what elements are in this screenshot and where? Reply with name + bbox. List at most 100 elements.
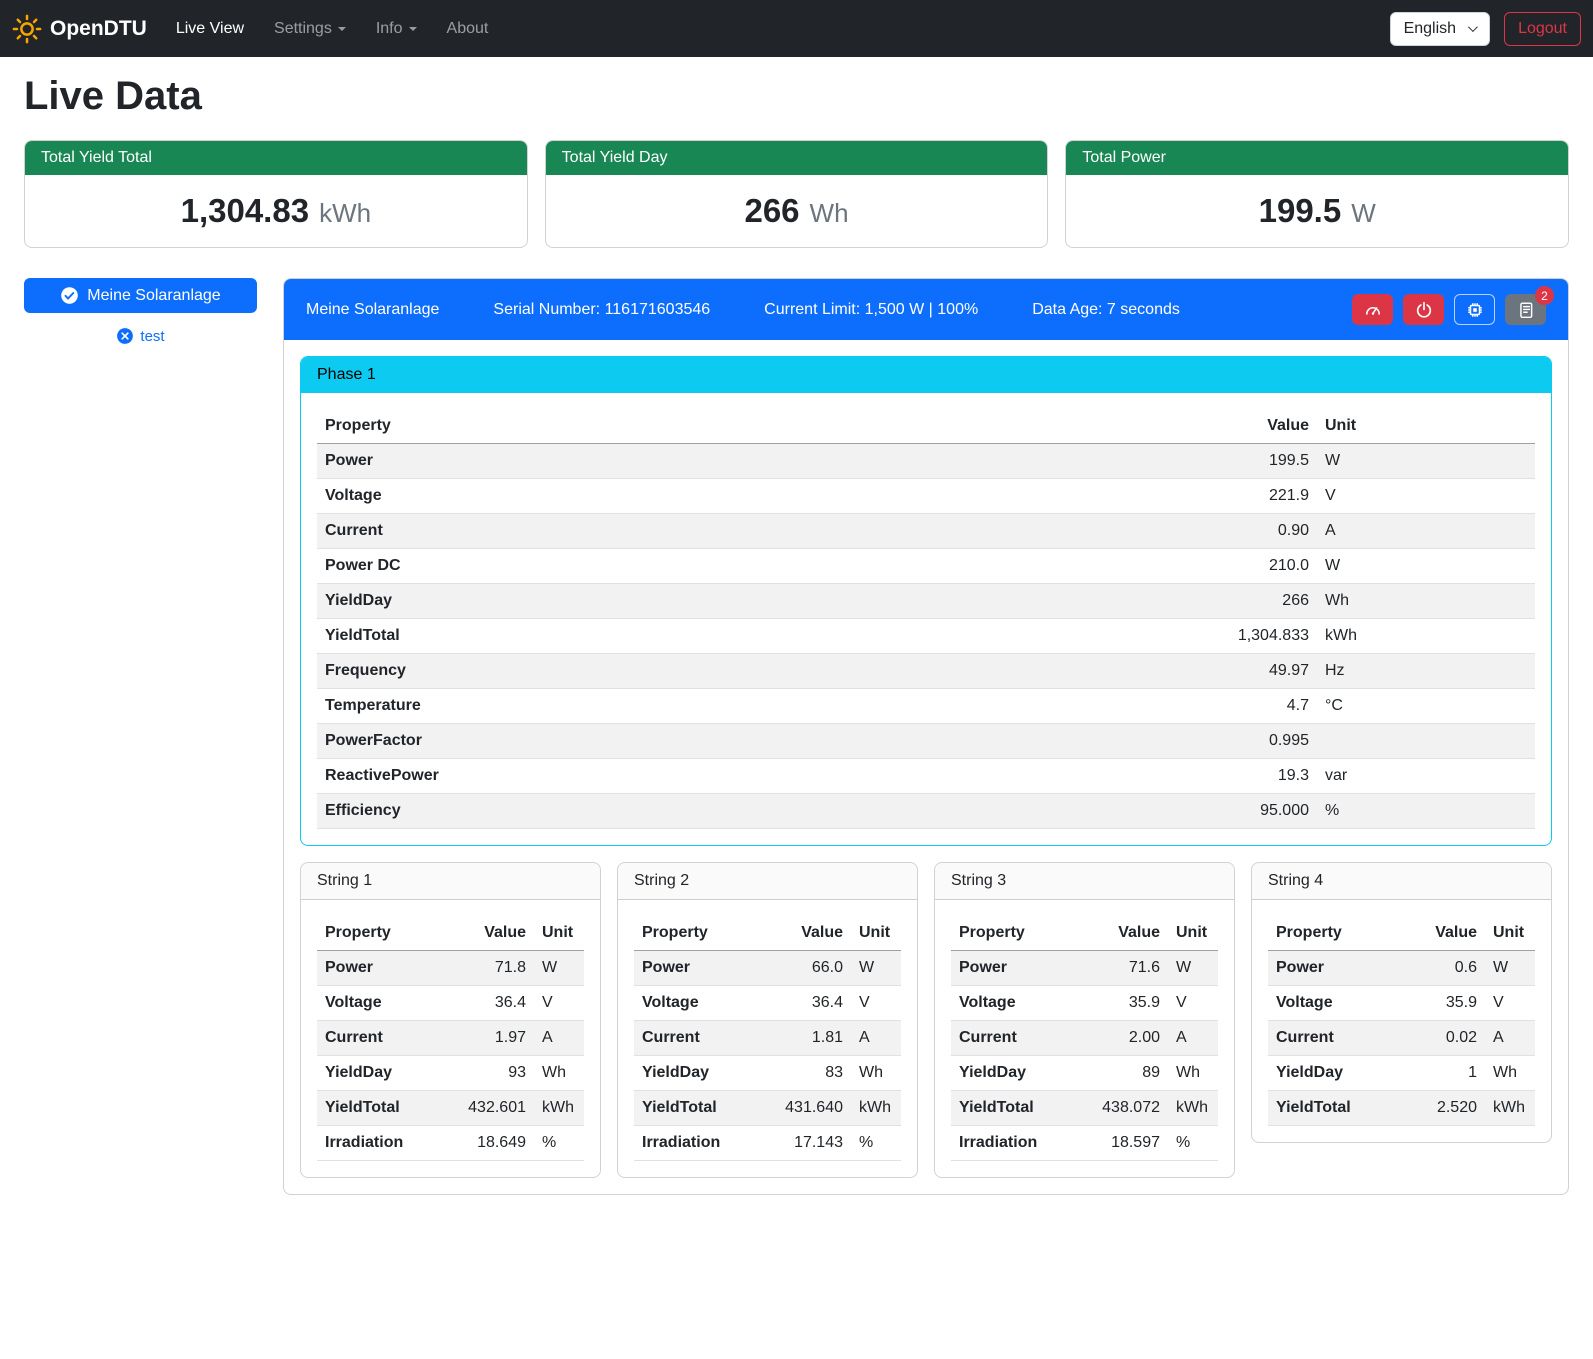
value-cell: 17.143	[763, 1126, 851, 1161]
property-cell: ReactivePower	[317, 759, 1177, 794]
property-cell: PowerFactor	[317, 724, 1177, 759]
property-cell: Temperature	[317, 689, 1177, 724]
unit-cell: A	[534, 1021, 584, 1056]
table-row: Current0.90A	[317, 514, 1535, 549]
navbar: OpenDTU Live View Settings Info About En…	[0, 0, 1593, 57]
sidebar-item-meine-solaranlage[interactable]: Meine Solaranlage	[24, 278, 257, 313]
property-cell: Voltage	[1268, 986, 1397, 1021]
unit-cell: %	[534, 1126, 584, 1161]
chevron-down-icon	[409, 27, 417, 31]
power-button[interactable]	[1403, 294, 1444, 325]
brand-label: OpenDTU	[50, 17, 147, 41]
table-row: YieldTotal438.072kWh	[951, 1091, 1218, 1126]
property-cell: Power	[317, 444, 1177, 479]
column-unit: Unit	[851, 916, 901, 951]
property-cell: Frequency	[317, 654, 1177, 689]
value-cell: 83	[763, 1056, 851, 1091]
table-row: Current1.81A	[634, 1021, 901, 1056]
limit-settings-button[interactable]	[1352, 294, 1393, 325]
value-cell: 4.7	[1177, 689, 1317, 724]
column-value: Value	[446, 916, 534, 951]
table-row: YieldDay93Wh	[317, 1056, 584, 1091]
power-icon	[1415, 301, 1433, 319]
table-row: YieldTotal1,304.833kWh	[317, 619, 1535, 654]
inverter-name: Meine Solaranlage	[306, 301, 439, 319]
brand-logo[interactable]: OpenDTU	[12, 14, 147, 44]
value-cell: 1.97	[446, 1021, 534, 1056]
unit-cell: kWh	[534, 1091, 584, 1126]
unit-cell: W	[1317, 444, 1535, 479]
total-power-value: 199.5	[1259, 192, 1342, 230]
string-1-card: String 1 Property Value Unit	[300, 862, 601, 1178]
table-row: Voltage36.4V	[317, 986, 584, 1021]
property-cell: Irradiation	[951, 1126, 1080, 1161]
navbar-right: English Logout	[1390, 12, 1581, 46]
table-row: YieldDay1Wh	[1268, 1056, 1535, 1091]
sidebar-item-test[interactable]: test	[110, 326, 170, 346]
value-cell: 2.00	[1080, 1021, 1168, 1056]
value-cell: 93	[446, 1056, 534, 1091]
phase-1-title: Phase 1	[301, 357, 1551, 393]
nav-live-view[interactable]: Live View	[161, 12, 259, 46]
column-unit: Unit	[534, 916, 584, 951]
property-cell: Current	[317, 1021, 446, 1056]
language-select[interactable]: English	[1390, 12, 1490, 46]
table-row: ReactivePower19.3var	[317, 759, 1535, 794]
value-cell: 2.520	[1397, 1091, 1485, 1126]
table-row: Irradiation18.597%	[951, 1126, 1218, 1161]
unit-cell: A	[1485, 1021, 1535, 1056]
strings-row: String 1 Property Value Unit	[300, 862, 1552, 1178]
table-row: Current0.02A	[1268, 1021, 1535, 1056]
unit-cell: A	[851, 1021, 901, 1056]
property-cell: Power	[951, 951, 1080, 986]
page-container: Live Data Total Yield Total 1,304.83 kWh…	[0, 74, 1593, 1219]
property-cell: Voltage	[951, 986, 1080, 1021]
property-cell: YieldDay	[951, 1056, 1080, 1091]
value-cell: 1,304.833	[1177, 619, 1317, 654]
inverter-limit: Current Limit: 1,500 W | 100%	[764, 301, 978, 319]
value-cell: 95.000	[1177, 794, 1317, 829]
string-1-table: Property Value Unit Power71.8WVoltage36.…	[317, 916, 584, 1161]
unit-cell: W	[1168, 951, 1218, 986]
column-value: Value	[1177, 409, 1317, 444]
property-cell: YieldDay	[317, 584, 1177, 619]
table-row: YieldDay266Wh	[317, 584, 1535, 619]
sun-icon	[12, 14, 42, 44]
device-info-button[interactable]	[1454, 294, 1495, 325]
table-row: Efficiency95.000%	[317, 794, 1535, 829]
value-cell: 36.4	[446, 986, 534, 1021]
value-cell: 35.9	[1397, 986, 1485, 1021]
table-row: Temperature4.7°C	[317, 689, 1535, 724]
column-property: Property	[317, 409, 1177, 444]
table-row: Current1.97A	[317, 1021, 584, 1056]
event-log-button[interactable]: 2	[1505, 294, 1546, 325]
unit-cell: kWh	[1317, 619, 1535, 654]
table-row: Irradiation18.649%	[317, 1126, 584, 1161]
value-cell: 1.81	[763, 1021, 851, 1056]
unit-cell: W	[1317, 549, 1535, 584]
unit-cell: V	[1168, 986, 1218, 1021]
unit-cell: Hz	[1317, 654, 1535, 689]
logout-button[interactable]: Logout	[1504, 12, 1581, 46]
unit-cell: %	[1317, 794, 1535, 829]
nav-about[interactable]: About	[432, 12, 504, 46]
column-value: Value	[1080, 916, 1168, 951]
string-3-table: Property Value Unit Power71.6WVoltage35.…	[951, 916, 1218, 1161]
inverter-card-body: Phase 1 Property Value Unit Power199.5WV…	[284, 340, 1568, 1194]
check-circle-icon	[60, 286, 79, 305]
unit-cell: V	[1317, 479, 1535, 514]
table-row: Power DC210.0W	[317, 549, 1535, 584]
column-unit: Unit	[1168, 916, 1218, 951]
property-cell: Power	[634, 951, 763, 986]
string-4-table: Property Value Unit Power0.6WVoltage35.9…	[1268, 916, 1535, 1126]
nav-settings[interactable]: Settings	[259, 12, 361, 46]
value-cell: 432.601	[446, 1091, 534, 1126]
total-yield-day-unit: Wh	[810, 198, 849, 229]
unit-cell: V	[534, 986, 584, 1021]
column-property: Property	[634, 916, 763, 951]
nav-info[interactable]: Info	[361, 12, 432, 46]
unit-cell: Wh	[1317, 584, 1535, 619]
unit-cell: W	[851, 951, 901, 986]
property-cell: Current	[951, 1021, 1080, 1056]
property-cell: Current	[1268, 1021, 1397, 1056]
